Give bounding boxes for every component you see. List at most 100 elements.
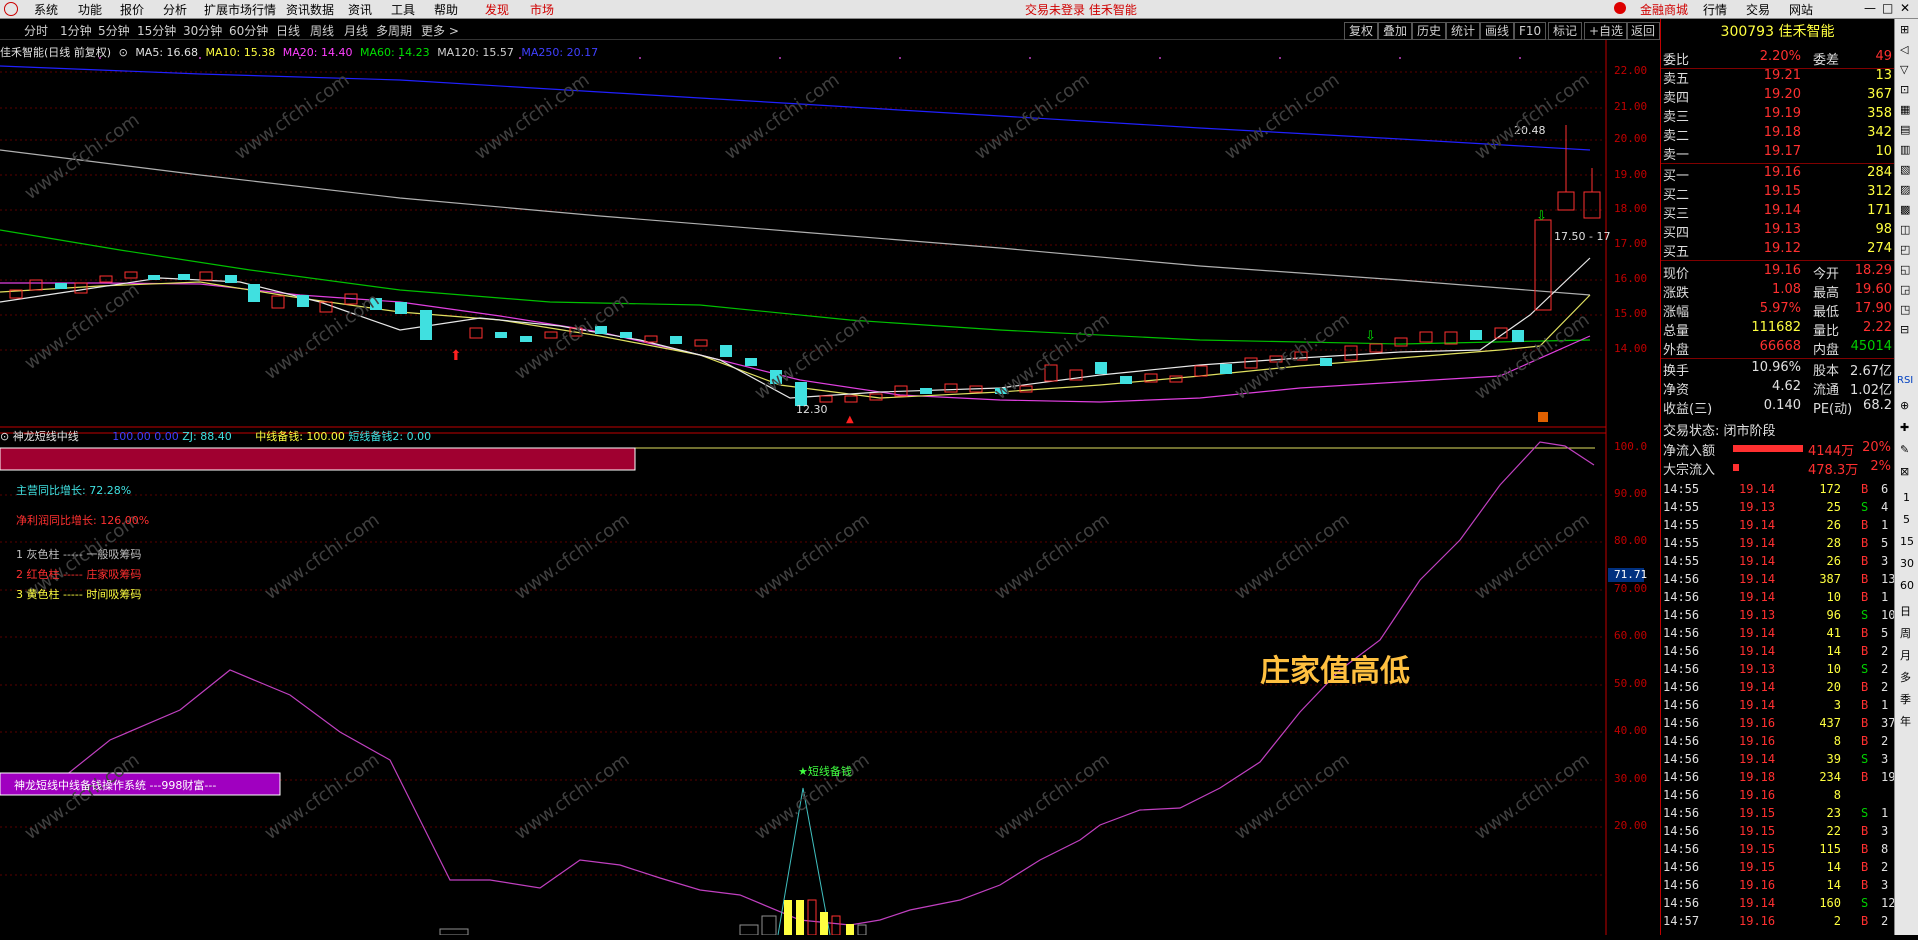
menu-mall[interactable]: 金融商城 bbox=[1640, 1, 1688, 18]
tool-fuquan[interactable]: 复权 bbox=[1344, 22, 1379, 40]
tick-cell: 19.16 bbox=[1739, 716, 1776, 730]
quote-value-2: 1.02亿 bbox=[1850, 383, 1892, 398]
tool-back[interactable]: 返回 bbox=[1626, 22, 1661, 40]
period-multi[interactable]: 多周期 bbox=[376, 22, 412, 39]
menu-trade[interactable]: 交易 bbox=[1746, 1, 1770, 18]
quote-label: 涨幅 bbox=[1663, 305, 1690, 320]
tool-icon-19[interactable]: ✎ bbox=[1900, 443, 1909, 456]
tool-icon-14[interactable]: ◲ bbox=[1900, 283, 1910, 296]
tool-icon-11[interactable]: ◫ bbox=[1900, 223, 1910, 236]
quote-row: 现价 19.16 今开 18.29 bbox=[1661, 263, 1894, 282]
tool-icon-4[interactable]: ⊡ bbox=[1900, 83, 1909, 96]
period-fenshi[interactable]: 分时 bbox=[24, 22, 48, 39]
tool-icon-17[interactable]: ⊕ bbox=[1900, 399, 1909, 412]
tool-icon-15[interactable]: ◳ bbox=[1900, 303, 1910, 316]
tool-icon-6[interactable]: ▤ bbox=[1900, 123, 1910, 136]
chart-canvas[interactable]: ⬆ ⇩ ⇩ ▲ 20.48 12.30 17.50 - 17 www.cfchi… bbox=[0, 40, 1660, 935]
tick-cell: 39 bbox=[1826, 752, 1841, 766]
tool-stats[interactable]: 统计 bbox=[1446, 22, 1481, 40]
tick-cell: 96 bbox=[1826, 608, 1841, 622]
sidebar-month[interactable]: 月 bbox=[1900, 647, 1911, 663]
tick-cell: 14 bbox=[1826, 860, 1841, 874]
tool-icon-13[interactable]: ◱ bbox=[1900, 263, 1910, 276]
menu-function[interactable]: 功能 bbox=[78, 1, 102, 18]
quote-row: 总量 111682 量比 2.22 bbox=[1661, 320, 1894, 339]
tick-cell: 8 bbox=[1833, 734, 1841, 748]
tool-icon-5[interactable]: ▦ bbox=[1900, 103, 1910, 116]
sidebar-year[interactable]: 年 bbox=[1900, 713, 1911, 729]
down-arrow-icon-2: ⇩ bbox=[1365, 329, 1376, 344]
tool-icon-3[interactable]: ▽ bbox=[1900, 63, 1908, 76]
period-day[interactable]: 日线 bbox=[276, 22, 300, 39]
tick-row: 14:56 19.16 8 B 2 bbox=[1661, 734, 1894, 752]
tick-row: 14:56 19.14 160 S 12 bbox=[1661, 896, 1895, 914]
tick-cell: 2 bbox=[1881, 734, 1889, 748]
red-banner bbox=[0, 447, 636, 471]
quote-value-2: 2.22 bbox=[1863, 320, 1892, 335]
tool-icon-2[interactable]: ◁ bbox=[1900, 43, 1908, 56]
menu-discover[interactable]: 发现 bbox=[485, 1, 509, 18]
period-15min[interactable]: 15分钟 bbox=[137, 22, 176, 39]
menu-ext-market[interactable]: 扩展市场行情 bbox=[204, 1, 276, 18]
tool-overlay[interactable]: 叠加 bbox=[1378, 22, 1413, 40]
maximize-icon[interactable]: □ bbox=[1882, 1, 1893, 15]
tick-cell: 3 bbox=[1881, 554, 1889, 568]
tick-cell: B bbox=[1861, 770, 1869, 784]
quote-row: 买二 19.15 312 bbox=[1661, 184, 1894, 203]
sidebar-day[interactable]: 日 bbox=[1900, 603, 1911, 619]
period-60min[interactable]: 60分钟 bbox=[229, 22, 268, 39]
close-icon[interactable]: ✕ bbox=[1900, 1, 1910, 15]
indicator-toggle-icon[interactable]: ⊙ bbox=[0, 430, 9, 443]
tick-cell: 387 bbox=[1819, 572, 1841, 586]
sidebar-season[interactable]: 季 bbox=[1900, 691, 1911, 707]
svg-text:www.cfchi.com: www.cfchi.com bbox=[971, 69, 1094, 164]
tool-icon-20[interactable]: ⊠ bbox=[1900, 465, 1909, 478]
tool-history[interactable]: 历史 bbox=[1412, 22, 1447, 40]
indicator-zj: ZJ: 88.40 bbox=[182, 430, 232, 443]
menu-hq[interactable]: 行情 bbox=[1703, 1, 1727, 18]
tool-icon-16[interactable]: ⊟ bbox=[1900, 323, 1909, 336]
sidebar-15[interactable]: 15 bbox=[1900, 535, 1914, 548]
tick-cell: B bbox=[1861, 716, 1869, 730]
tool-add-watch[interactable]: +自选 bbox=[1584, 22, 1629, 40]
app-logo-icon bbox=[4, 2, 18, 16]
menu-site[interactable]: 网站 bbox=[1789, 1, 1813, 18]
menu-quote[interactable]: 报价 bbox=[120, 1, 144, 18]
period-5min[interactable]: 5分钟 bbox=[98, 22, 130, 39]
menu-info-data[interactable]: 资讯数据 bbox=[286, 1, 334, 18]
sidebar-multi[interactable]: 多 bbox=[1900, 669, 1911, 685]
menu-tools[interactable]: 工具 bbox=[391, 1, 415, 18]
sidebar-week[interactable]: 周 bbox=[1900, 625, 1911, 641]
sidebar-rsi[interactable]: RSI bbox=[1897, 375, 1913, 386]
menu-info[interactable]: 资讯 bbox=[348, 1, 372, 18]
period-more[interactable]: 更多 > bbox=[421, 22, 459, 39]
axis-60: 60.00 bbox=[1614, 629, 1648, 642]
sidebar-30[interactable]: 30 bbox=[1900, 557, 1914, 570]
quote-row: 换手 10.96% 股本 2.67亿 bbox=[1661, 360, 1894, 379]
menu-market[interactable]: 市场 bbox=[530, 1, 554, 18]
tool-mark[interactable]: 标记 bbox=[1548, 22, 1583, 40]
tool-icon-18[interactable]: ✚ bbox=[1900, 421, 1909, 434]
tool-icon-7[interactable]: ▥ bbox=[1900, 143, 1910, 156]
tool-icon-8[interactable]: ▧ bbox=[1900, 163, 1910, 176]
tool-icon-9[interactable]: ▨ bbox=[1900, 183, 1910, 196]
period-week[interactable]: 周线 bbox=[310, 22, 334, 39]
tool-icon-10[interactable]: ▩ bbox=[1900, 203, 1910, 216]
tool-f10[interactable]: F10 bbox=[1514, 22, 1547, 40]
tool-draw[interactable]: 画线 bbox=[1480, 22, 1515, 40]
menu-analysis[interactable]: 分析 bbox=[163, 1, 187, 18]
menu-help[interactable]: 帮助 bbox=[434, 1, 458, 18]
tool-icon-1[interactable]: ⊞ bbox=[1900, 23, 1909, 36]
minimize-icon[interactable]: — bbox=[1864, 1, 1876, 15]
period-30min[interactable]: 30分钟 bbox=[183, 22, 222, 39]
tool-icon-12[interactable]: ◰ bbox=[1900, 243, 1910, 256]
menu-system[interactable]: 系统 bbox=[34, 1, 58, 18]
quote-label: 买五 bbox=[1663, 245, 1690, 260]
period-month[interactable]: 月线 bbox=[344, 22, 368, 39]
period-1min[interactable]: 1分钟 bbox=[60, 22, 92, 39]
tick-cell: 14:56 bbox=[1663, 896, 1700, 910]
sidebar-1[interactable]: 1 bbox=[1903, 491, 1910, 504]
sidebar-5[interactable]: 5 bbox=[1903, 513, 1910, 526]
sidebar-60[interactable]: 60 bbox=[1900, 579, 1914, 592]
svg-text:www.cfchi.com: www.cfchi.com bbox=[1471, 749, 1594, 844]
